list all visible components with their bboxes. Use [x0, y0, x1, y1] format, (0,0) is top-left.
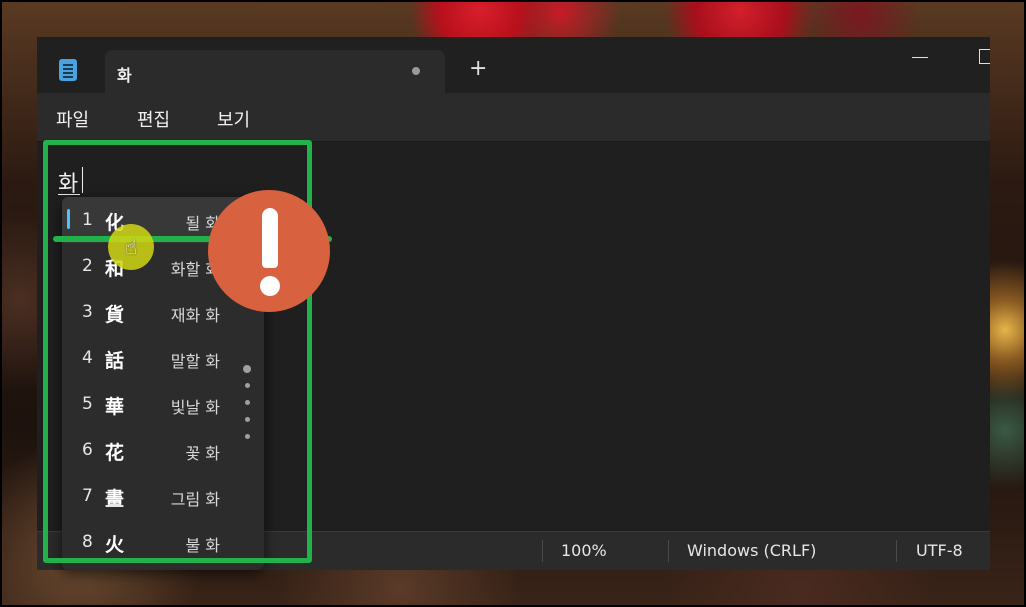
- tab-title: 화: [117, 66, 132, 85]
- line-ending[interactable]: Windows (CRLF): [687, 541, 816, 560]
- hand-cursor-icon: ☝: [125, 235, 138, 259]
- menu-view[interactable]: 보기: [217, 106, 250, 132]
- exclamation-bar: [262, 208, 278, 268]
- minimize-button[interactable]: [912, 57, 928, 58]
- encoding[interactable]: UTF-8: [916, 541, 963, 560]
- status-separator: [668, 540, 669, 562]
- status-separator: [542, 540, 543, 562]
- zoom-level[interactable]: 100%: [561, 541, 607, 560]
- status-separator: [896, 540, 897, 562]
- new-tab-button[interactable]: +: [469, 57, 487, 81]
- unsaved-dot-icon[interactable]: [412, 67, 420, 75]
- menu-bar: 파일 편집 보기: [37, 93, 990, 142]
- menu-edit[interactable]: 편집: [137, 106, 170, 132]
- exclamation-icon: [208, 190, 330, 312]
- maximize-button[interactable]: [979, 49, 990, 64]
- tab-document[interactable]: 화: [105, 50, 445, 93]
- title-bar: 화 +: [37, 37, 990, 93]
- exclamation-dot: [260, 276, 280, 296]
- notepad-icon: [59, 59, 77, 81]
- menu-file[interactable]: 파일: [56, 106, 89, 132]
